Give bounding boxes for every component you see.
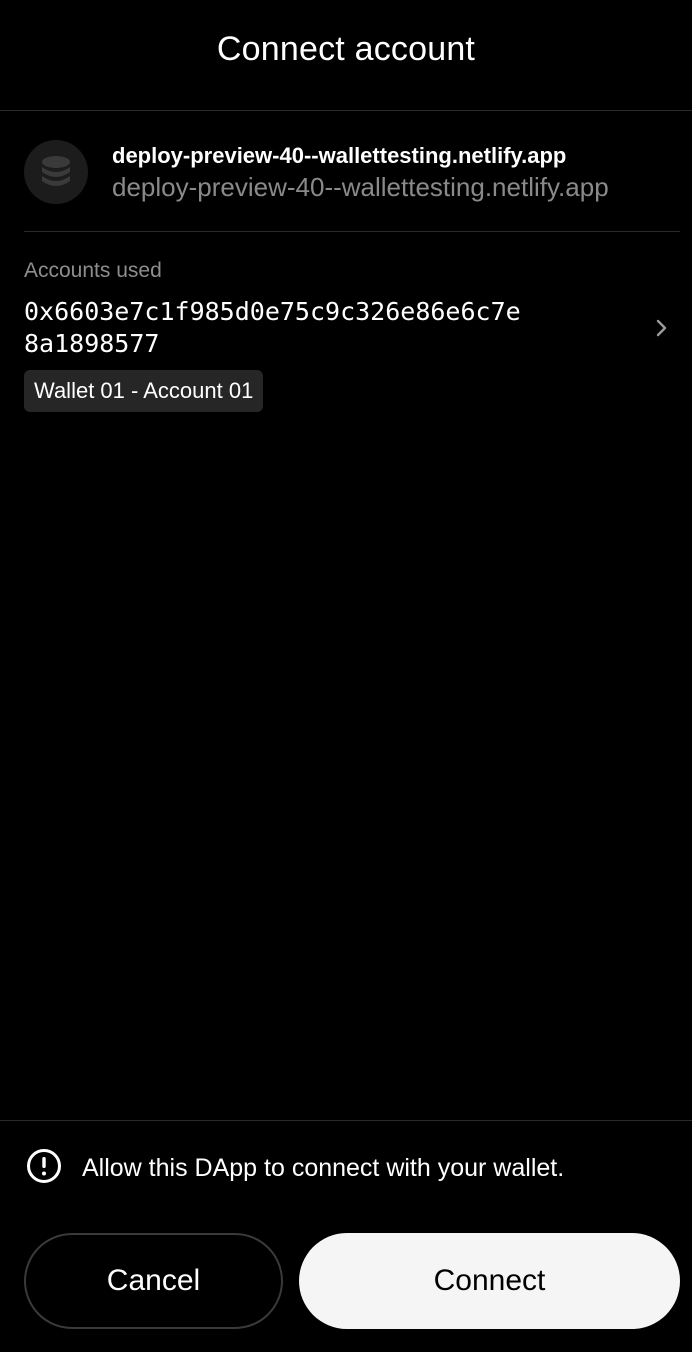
database-icon (24, 139, 88, 204)
info-circle-icon (26, 1148, 62, 1189)
footer: Allow this DApp to connect with your wal… (0, 1120, 692, 1352)
accounts-section: Accounts used 0x6603e7c1f985d0e75c9c326e… (24, 256, 672, 412)
account-row[interactable]: 0x6603e7c1f985d0e75c9c326e86e6c7e8a18985… (24, 296, 672, 360)
notice-text: Allow this DApp to connect with your wal… (82, 1154, 565, 1182)
chevron-right-icon[interactable] (652, 316, 672, 340)
dapp-url: deploy-preview-40--wallettesting.netlify… (112, 171, 609, 202)
dapp-info: deploy-preview-40--wallettesting.netlify… (24, 112, 680, 232)
connect-button[interactable]: Connect (299, 1233, 680, 1329)
dapp-text: deploy-preview-40--wallettesting.netlify… (112, 141, 609, 203)
connect-account-screen: Connect account deploy-preview-40--walle… (0, 0, 692, 1352)
account-name-badge: Wallet 01 - Account 01 (24, 370, 264, 412)
cancel-button[interactable]: Cancel (24, 1233, 283, 1329)
dapp-name: deploy-preview-40--wallettesting.netlify… (112, 142, 567, 168)
notice: Allow this DApp to connect with your wal… (26, 1148, 564, 1189)
action-buttons: Cancel Connect (24, 1233, 680, 1329)
page-title: Connect account (216, 29, 476, 68)
account-address: 0x6603e7c1f985d0e75c9c326e86e6c7e8a18985… (24, 297, 521, 358)
header: Connect account (0, 0, 692, 111)
accounts-label: Accounts used (24, 259, 162, 282)
